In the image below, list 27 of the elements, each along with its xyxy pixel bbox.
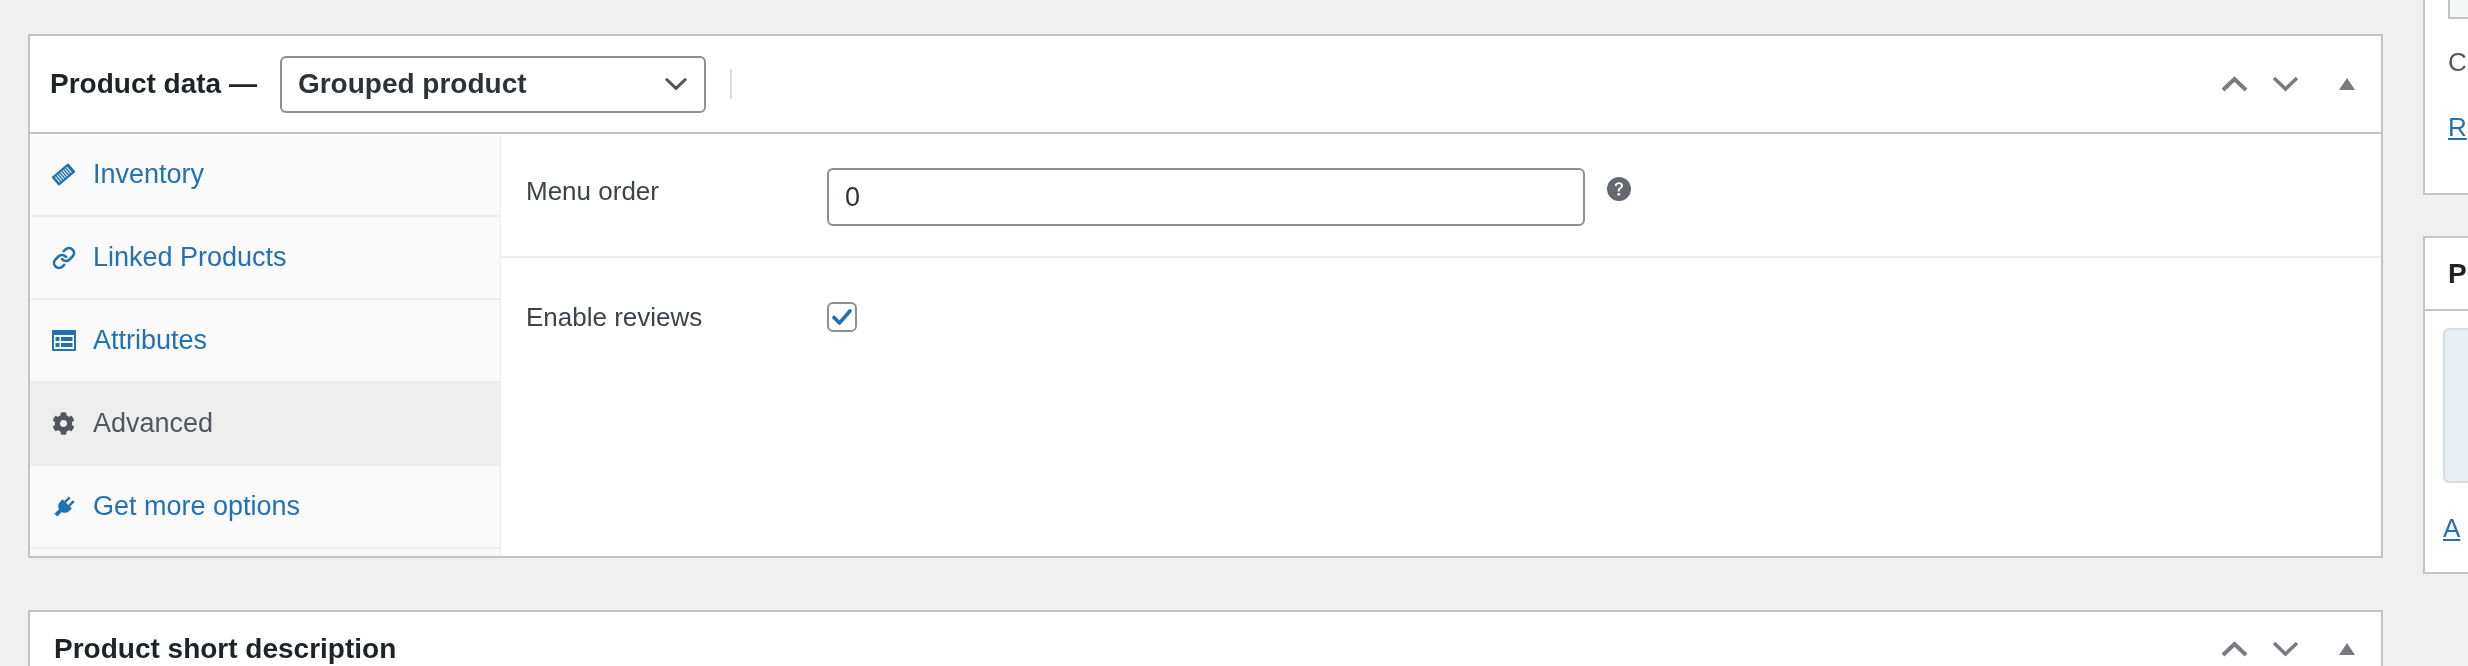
sidebar-tab[interactable]: Linked Products bbox=[30, 217, 500, 300]
product-type-select[interactable]: Grouped product bbox=[279, 55, 706, 113]
menu-order-field[interactable]: 0 bbox=[827, 168, 1585, 226]
chevron-up-icon bbox=[2220, 76, 2248, 92]
chevron-down-icon bbox=[663, 77, 688, 91]
link-icon bbox=[51, 245, 76, 270]
triangle-up-icon bbox=[2339, 643, 2355, 655]
chevron-down-icon bbox=[2271, 76, 2299, 92]
panel-link[interactable]: A bbox=[2443, 508, 2461, 548]
panel-text: C bbox=[2448, 46, 2467, 79]
panel-title: Product data — bbox=[50, 67, 257, 101]
panel-link[interactable]: R bbox=[2448, 107, 2467, 147]
help-icon bbox=[1607, 177, 1631, 201]
panel-title: P bbox=[2448, 256, 2467, 291]
sidebar-tab[interactable]: Get more options bbox=[30, 466, 500, 549]
checkmark-icon bbox=[832, 308, 852, 326]
chevron-down-icon bbox=[2271, 641, 2299, 657]
sidebar-tab[interactable]: Advanced bbox=[30, 383, 500, 466]
panel-title: Product short description bbox=[54, 632, 397, 666]
sidebar-tab[interactable]: Inventory bbox=[30, 134, 500, 217]
field-label: Menu order bbox=[526, 175, 660, 208]
triangle-up-icon bbox=[2339, 78, 2355, 90]
gear-icon bbox=[52, 412, 75, 435]
chevron-up-icon bbox=[2220, 641, 2248, 657]
field-label: Enable reviews bbox=[526, 301, 704, 334]
checkbox[interactable] bbox=[827, 302, 857, 332]
list-card-icon bbox=[51, 330, 76, 351]
